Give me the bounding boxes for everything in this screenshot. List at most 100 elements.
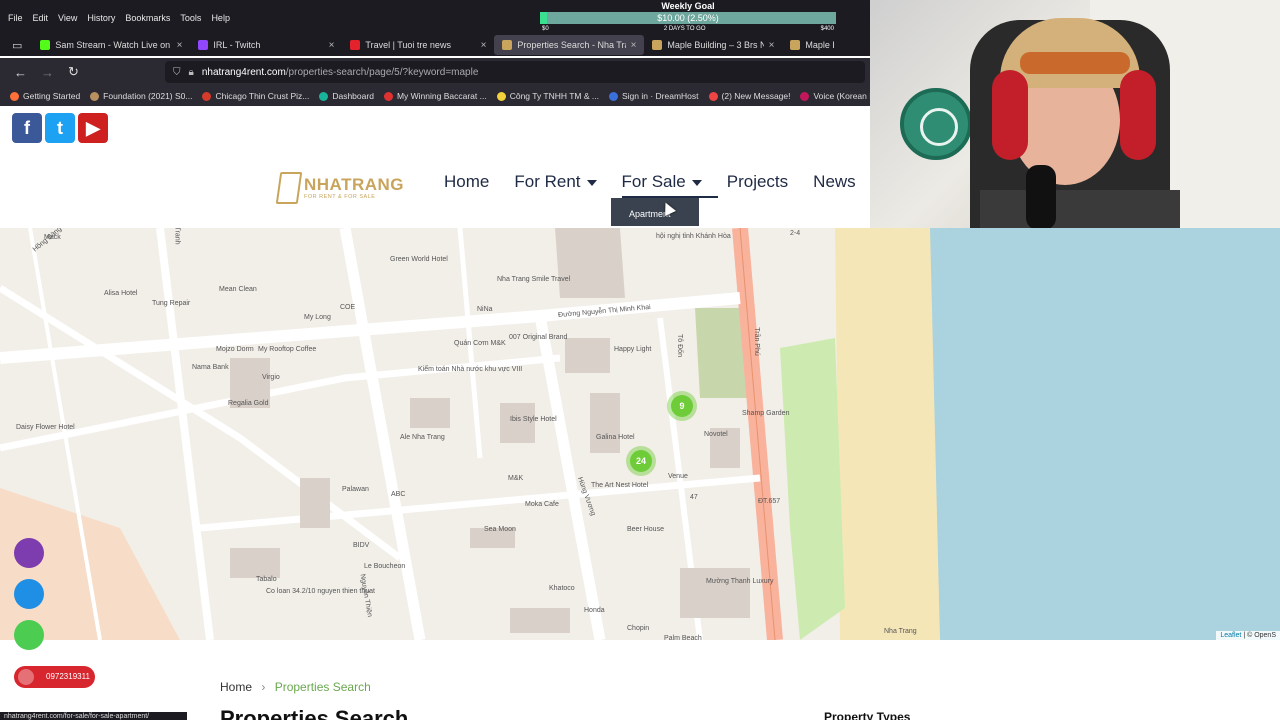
tab-title: Properties Search - Nha Trang 4 xyxy=(517,40,625,50)
browser-tab[interactable]: Sam Stream - Watch Live on Kic × xyxy=(32,35,190,55)
bookmark-item[interactable]: Dashboard xyxy=(319,91,374,101)
map-label: Venue xyxy=(668,473,688,480)
menu-tools[interactable]: Tools xyxy=(180,11,201,23)
map-label: Mean Clean xyxy=(219,286,257,293)
nav-home[interactable]: Home xyxy=(444,172,489,192)
bookmark-label: My Winning Baccarat ... xyxy=(396,91,487,101)
tab-favicon-icon xyxy=(350,40,361,50)
nav-label: Projects xyxy=(726,172,789,191)
map-label: Palawan xyxy=(342,486,369,493)
hotline-number: 0972319311 xyxy=(46,672,90,681)
browser-tab[interactable]: Properties Search - Nha Trang 4 × xyxy=(494,35,645,55)
hotline-button[interactable]: 0972319311 xyxy=(14,666,95,688)
map-label: hội nghị tỉnh Khánh Hòa xyxy=(656,233,731,240)
map-marker-cluster[interactable]: 24 xyxy=(630,450,652,472)
forward-icon[interactable]: → xyxy=(41,65,54,80)
for-sale-dropdown: Apartment xyxy=(611,198,699,226)
map-label: Tung Repair xyxy=(152,300,191,307)
site-logo[interactable]: NHATRANG FOR RENT & FOR SALE xyxy=(275,172,405,204)
menu-history[interactable]: History xyxy=(87,11,115,23)
tab-close-icon[interactable]: × xyxy=(329,40,335,51)
map-label: ĐT.657 xyxy=(758,498,781,505)
map-label: Happy Light xyxy=(614,346,652,353)
reload-icon[interactable]: ↻ xyxy=(68,64,79,80)
bookmark-item[interactable]: Foundation (2021) S0... xyxy=(90,91,192,101)
map-label: Tabalo xyxy=(256,576,277,583)
map-label: Nama Bank xyxy=(192,364,229,371)
nav-for-sale[interactable]: For Sale xyxy=(622,172,702,192)
tab-close-icon[interactable]: × xyxy=(631,40,637,51)
map-label: Moka Cafe xyxy=(525,501,559,508)
menu-view[interactable]: View xyxy=(58,11,77,23)
map-label: Tranh xyxy=(173,228,181,245)
bookmark-label: Foundation (2021) S0... xyxy=(103,91,193,101)
bookmark-favicon-icon xyxy=(383,91,393,101)
browser-tab[interactable]: Maple Building – 3 Brs Nice apa × xyxy=(644,35,782,55)
nav-projects[interactable]: Projects xyxy=(727,172,788,192)
nav-for-rent[interactable]: For Rent xyxy=(514,172,597,192)
nav-label: For Rent xyxy=(514,172,581,191)
bookmark-label: Voice (Korean Drama) ... xyxy=(813,91,870,101)
menu-bookmarks[interactable]: Bookmarks xyxy=(125,11,170,23)
weekly-goal-overlay: Weekly Goal $10.00 (2.50%) $0 2 DAYS TO … xyxy=(540,0,836,38)
map-label: 2-4 xyxy=(790,230,801,237)
map-label: Khatoco xyxy=(549,585,575,592)
tab-list-icon[interactable]: ▭ xyxy=(0,39,32,52)
map-label: 007 Original Brand xyxy=(509,334,568,341)
map-label: The Art Nest Hotel xyxy=(591,482,649,489)
bookmark-label: Chicago Thin Crust Piz... xyxy=(215,91,310,101)
bookmark-item[interactable]: Sign in · DreamHost xyxy=(608,91,699,101)
map-label: Tô Đốn xyxy=(675,334,683,357)
map-label: Trần Phú xyxy=(752,327,760,356)
shield-icon[interactable]: ⛉ xyxy=(173,67,181,78)
tab-title: Travel | Tuoi tre news xyxy=(365,40,451,50)
tab-close-icon[interactable]: × xyxy=(769,40,775,51)
bookmark-item[interactable]: Voice (Korean Drama) ... xyxy=(800,91,870,101)
browser-tab[interactable]: Maple Buil xyxy=(782,35,842,55)
bookmark-item[interactable]: My Winning Baccarat ... xyxy=(383,91,487,101)
tab-close-icon[interactable]: × xyxy=(481,40,487,51)
map-label: Green World Hotel xyxy=(390,256,448,263)
breadcrumb-home[interactable]: Home xyxy=(220,680,252,694)
webcam-feed xyxy=(870,0,1280,230)
bookmarks-toolbar: Getting Started Foundation (2021) S0... Ch… xyxy=(0,86,870,106)
map-marker-cluster[interactable]: 9 xyxy=(671,395,693,417)
goal-amount: $10.00 (2.50%) xyxy=(657,13,719,23)
bookmark-label: Sign in · DreamHost xyxy=(621,91,699,101)
bookmark-label: Công Ty TNHH TM & ... xyxy=(509,91,599,101)
url-bar[interactable]: ⛉ 🔒︎ nhatrang4rent.com/properties-search… xyxy=(165,61,865,83)
menu-help[interactable]: Help xyxy=(211,11,230,23)
youtube-icon[interactable]: ▶ xyxy=(78,113,108,143)
bookmark-favicon-icon xyxy=(496,91,506,101)
tab-close-icon[interactable]: × xyxy=(177,40,183,51)
breadcrumb-chevron-icon: › xyxy=(261,680,266,694)
bookmark-item[interactable]: Chicago Thin Crust Piz... xyxy=(202,91,309,101)
bookmark-item[interactable]: (2) New Message! xyxy=(708,91,790,101)
url-text: nhatrang4rent.com/properties-search/page… xyxy=(201,66,479,78)
bookmark-item[interactable]: Getting Started xyxy=(10,91,80,101)
browser-tab[interactable]: Travel | Tuoi tre news × xyxy=(342,35,494,55)
zalo-button[interactable] xyxy=(14,579,44,609)
twitter-icon[interactable]: t xyxy=(45,113,75,143)
whatsapp-button[interactable] xyxy=(14,620,44,650)
map-label: Sea Moon xyxy=(484,526,516,533)
map-label: Honda xyxy=(584,607,605,614)
map-label: BIDV xyxy=(353,542,370,549)
breadcrumb-current: Properties Search xyxy=(274,680,371,694)
back-icon[interactable]: ← xyxy=(14,65,27,80)
facebook-icon[interactable]: f xyxy=(12,113,42,143)
menu-edit[interactable]: Edit xyxy=(33,11,49,23)
map[interactable]: Hồng Bàng Alisa Hotel Tung Repair Mean Clea… xyxy=(0,228,1280,640)
viber-button[interactable] xyxy=(14,538,44,568)
bookmark-item[interactable]: Công Ty TNHH TM & ... xyxy=(496,91,599,101)
map-attribution: Leaflet | © OpenS xyxy=(1216,631,1280,640)
map-label: M&K xyxy=(508,475,524,482)
leaflet-link[interactable]: Leaflet xyxy=(1220,632,1241,639)
menu-file[interactable]: File xyxy=(8,11,23,23)
map-label: Ale Nha Trang xyxy=(400,434,445,441)
browser-tab[interactable]: IRL - Twitch × xyxy=(190,35,342,55)
nav-news[interactable]: News xyxy=(813,172,856,192)
logo-title: NHATRANG xyxy=(304,175,405,194)
tab-favicon-icon xyxy=(40,40,51,50)
main-navigation: Home For Rent For Sale Projects News xyxy=(444,172,856,192)
